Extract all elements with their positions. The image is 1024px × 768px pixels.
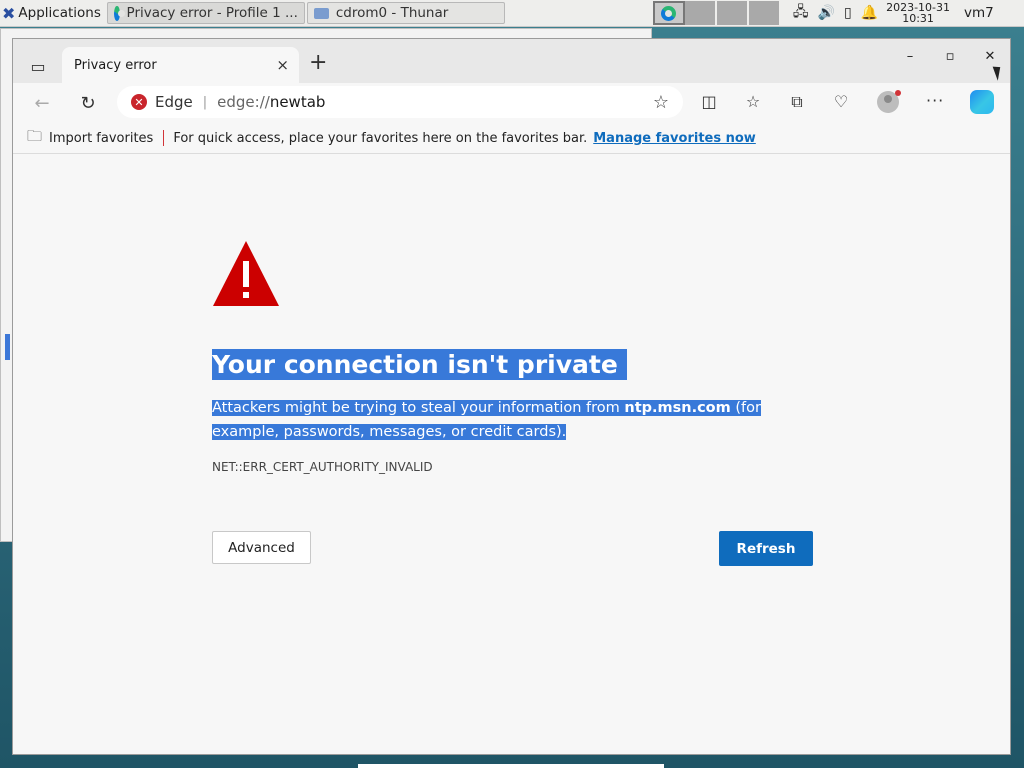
bottom-panel-strip — [358, 764, 664, 768]
browser-window: ▭ Privacy error × + – ▫ ✕ ← ↻ ✕ Edge | e… — [12, 38, 1011, 755]
workspace-1[interactable] — [652, 1, 685, 25]
favorites-bar: 🗀 Import favorites For quick access, pla… — [13, 123, 1010, 154]
window-controls: – ▫ ✕ — [900, 49, 1000, 64]
title-bar: ▭ Privacy error × + – ▫ ✕ — [13, 39, 1010, 83]
page-title: Your connection isn't private — [212, 349, 627, 380]
url-host: newtab — [269, 93, 326, 111]
user-menu[interactable]: vm7 — [964, 5, 994, 21]
back-button[interactable]: ← — [28, 89, 56, 117]
tab-actions-icon: ▭ — [30, 56, 46, 76]
notification-bell-icon[interactable]: 🔔 — [861, 5, 878, 21]
advanced-button[interactable]: Advanced — [212, 531, 311, 564]
copilot-icon[interactable] — [970, 90, 994, 114]
workspace-3[interactable] — [716, 1, 749, 25]
more-menu-icon[interactable]: ··· — [926, 91, 944, 110]
address-separator: | — [202, 94, 208, 110]
star-icon[interactable]: ☆ — [653, 92, 669, 113]
xfce-logo-icon: ✖ — [2, 3, 16, 23]
url-text[interactable]: edge://newtab — [217, 93, 325, 111]
minimize-button[interactable]: – — [900, 49, 920, 64]
taskbar-window-thunar[interactable]: cdrom0 - Thunar — [306, 2, 505, 24]
system-tray: 🖧 🔊 ▯ 🔔 — [793, 1, 878, 25]
taskbar-window-label: Privacy error - Profile 1 ... — [126, 5, 298, 21]
profile-avatar[interactable] — [877, 90, 901, 113]
workspace-4[interactable] — [748, 1, 781, 25]
battery-icon[interactable]: ▯ — [844, 5, 852, 21]
tab-close-icon[interactable]: × — [276, 56, 289, 74]
folder-icon — [313, 7, 329, 19]
favorites-separator — [163, 130, 165, 146]
clock[interactable]: 2023-10-31 10:31 — [886, 2, 950, 24]
network-icon[interactable]: 🖧 — [793, 1, 809, 25]
address-bar[interactable]: ✕ Edge | edge://newtab ☆ — [117, 86, 683, 118]
workspace-switcher — [652, 1, 781, 25]
error-description: Attackers might be trying to steal your … — [212, 396, 824, 444]
maximize-button[interactable]: ▫ — [940, 49, 960, 64]
import-favorites-button[interactable]: Import favorites — [49, 131, 153, 146]
workspace-2[interactable] — [684, 1, 717, 25]
arrow-left-icon: ← — [34, 92, 50, 114]
site-label: Edge — [155, 93, 193, 111]
favorites-hint: For quick access, place your favorites h… — [173, 130, 588, 146]
manage-favorites-link[interactable]: Manage favorites now — [593, 131, 756, 146]
import-folder-icon: 🗀 — [27, 126, 43, 145]
browser-essentials-icon[interactable]: ♡ — [831, 92, 851, 112]
tab-title: Privacy error — [74, 57, 157, 73]
tab-privacy-error[interactable]: Privacy error × — [62, 47, 299, 83]
collections-icon[interactable]: ⧉ — [787, 92, 807, 112]
not-secure-icon[interactable]: ✕ — [131, 94, 147, 110]
volume-icon[interactable]: 🔊 — [818, 5, 835, 21]
error-code: NET::ERR_CERT_AUTHORITY_INVALID — [212, 460, 433, 474]
favorites-icon[interactable]: ☆ — [743, 92, 763, 112]
clock-time: 10:31 — [902, 12, 934, 25]
taskbar: ✖ Applications Privacy error - Profile 1… — [0, 0, 1024, 27]
background-window-accent — [5, 334, 10, 360]
url-scheme: edge:// — [217, 93, 270, 111]
error-page: Your connection isn't private Attackers … — [13, 154, 1010, 754]
close-window-button[interactable]: ✕ — [980, 49, 1000, 64]
reload-button[interactable]: ↻ — [74, 89, 102, 117]
new-tab-button[interactable]: + — [309, 51, 327, 75]
split-screen-icon[interactable]: ◫ — [699, 92, 719, 112]
reload-icon: ↻ — [80, 92, 96, 114]
navigation-toolbar: ← ↻ ✕ Edge | edge://newtab ☆ ◫ ☆ ⧉ ♡ ··· — [13, 83, 1010, 123]
taskbar-window-label: cdrom0 - Thunar — [335, 5, 449, 21]
desc-text-before: Attackers might be trying to steal your … — [212, 400, 625, 416]
tab-actions-button[interactable]: ▭ — [21, 51, 55, 81]
taskbar-window-privacy-error[interactable]: Privacy error - Profile 1 ... — [106, 2, 305, 24]
toolbar-icons: ◫ ☆ ⧉ ♡ — [699, 92, 851, 112]
applications-menu[interactable]: ✖ Applications — [0, 0, 105, 26]
edge-icon — [661, 5, 677, 21]
edge-icon — [113, 5, 125, 21]
refresh-button[interactable]: Refresh — [719, 531, 813, 566]
desc-host: ntp.msn.com — [624, 400, 731, 416]
applications-label: Applications — [18, 5, 101, 21]
warning-triangle-icon — [213, 241, 279, 306]
